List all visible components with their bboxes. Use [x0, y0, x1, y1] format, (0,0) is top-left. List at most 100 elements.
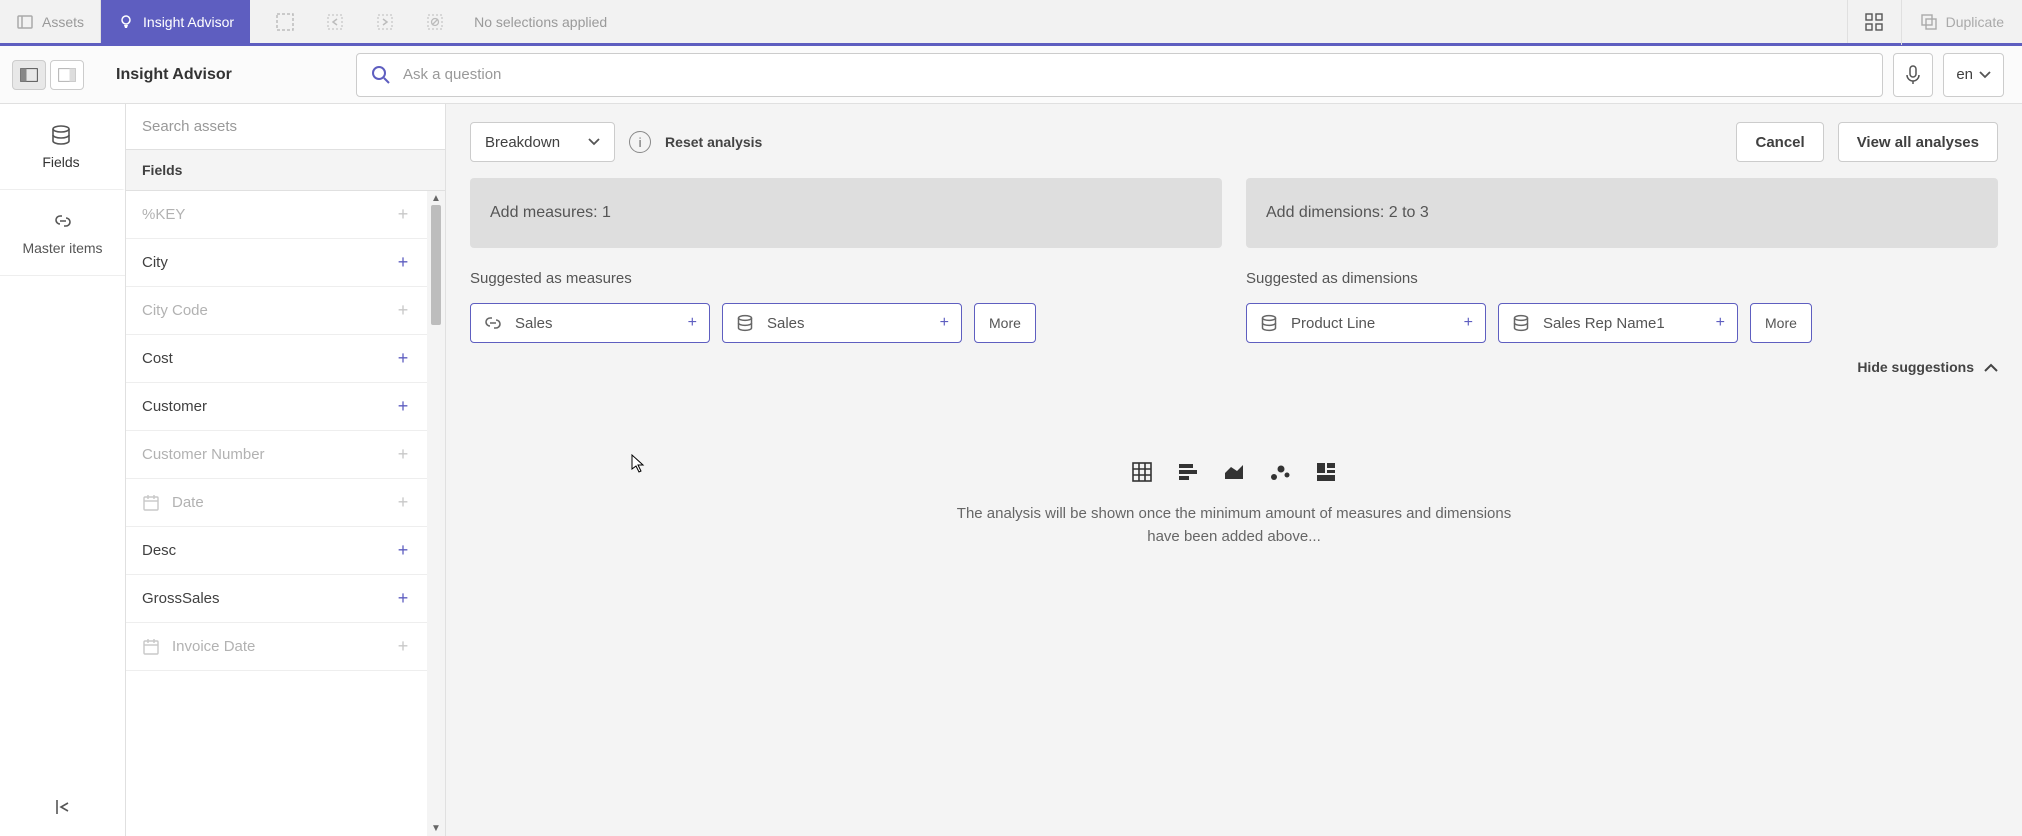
placeholder-icons: [1131, 461, 1337, 483]
rail-fields-label: Fields: [42, 154, 79, 170]
right-panel-toggle[interactable]: [50, 60, 84, 90]
assets-tab[interactable]: Assets: [0, 0, 101, 43]
search-input[interactable]: [403, 66, 1868, 83]
rail-fields[interactable]: Fields: [0, 104, 125, 190]
hide-suggestions-row[interactable]: Hide suggestions: [470, 359, 1998, 375]
add-field-button[interactable]: +: [391, 636, 415, 657]
language-select[interactable]: en: [1943, 53, 2004, 97]
field-item[interactable]: City Code+: [126, 287, 445, 335]
field-label: Customer Number: [142, 446, 265, 463]
treemap-icon: [1315, 461, 1337, 483]
left-rail: Fields Master items: [0, 104, 126, 836]
selection-tools: No selections applied: [250, 0, 1847, 43]
measure-more-button[interactable]: More: [974, 303, 1036, 343]
assets-panel: Fields ▲ ▼ %KEY+City+City Code+Cost+Cust…: [126, 104, 446, 836]
calendar-icon: [142, 638, 160, 656]
field-item[interactable]: Desc +: [126, 527, 445, 575]
add-field-button[interactable]: +: [391, 348, 415, 369]
link-icon: [52, 210, 74, 232]
info-icon[interactable]: i: [629, 131, 651, 153]
add-chip-button[interactable]: +: [1464, 314, 1473, 332]
add-chip-button[interactable]: +: [1716, 314, 1725, 332]
field-item[interactable]: City+: [126, 239, 445, 287]
duplicate-icon: [1920, 13, 1938, 31]
no-selections-label: No selections applied: [474, 14, 607, 30]
field-label: Cost: [142, 350, 173, 367]
selection-tool-icon[interactable]: [274, 11, 296, 33]
dimension-more-button[interactable]: More: [1750, 303, 1812, 343]
assets-search[interactable]: [126, 104, 445, 149]
dimension-chip-row: Product Line+Sales Rep Name1+More: [1246, 303, 1998, 343]
database-icon: [1511, 313, 1531, 333]
dimension-chip[interactable]: Sales Rep Name1+: [1498, 303, 1738, 343]
panel-icon: [16, 13, 34, 31]
calendar-icon: [142, 494, 160, 512]
chip-label: Sales: [515, 315, 676, 332]
scroll-up-arrow[interactable]: ▲: [431, 191, 441, 206]
rail-collapse[interactable]: [0, 778, 125, 836]
database-icon: [735, 313, 755, 333]
cancel-button[interactable]: Cancel: [1736, 122, 1823, 162]
chip-label: Product Line: [1291, 315, 1452, 332]
dimension-chip[interactable]: Product Line +: [1246, 303, 1486, 343]
table-icon: [1131, 461, 1153, 483]
bar-chart-icon: [1177, 461, 1199, 483]
step-forward-icon[interactable]: [374, 11, 396, 33]
content-area: Breakdown i Reset analysis Cancel View a…: [446, 104, 2022, 836]
search-icon: [371, 65, 391, 85]
add-field-button[interactable]: +: [391, 300, 415, 321]
suggestion-chips: Sales+Sales+More Product Line+Sales Rep …: [470, 303, 1998, 343]
add-field-button[interactable]: +: [391, 444, 415, 465]
hide-suggestions-label: Hide suggestions: [1857, 359, 1974, 375]
field-item[interactable]: Date+: [126, 479, 445, 527]
top-right-tools: Duplicate: [1847, 0, 2022, 43]
suggestion-labels: Suggested as measures Suggested as dimen…: [470, 264, 1998, 287]
duplicate-button[interactable]: Duplicate: [1902, 13, 2022, 31]
measures-slot[interactable]: Add measures: 1: [470, 178, 1222, 248]
chevron-down-icon: [1979, 71, 1991, 79]
measure-chip[interactable]: Sales +: [470, 303, 710, 343]
analysis-type-dropdown[interactable]: Breakdown: [470, 122, 615, 162]
placeholder-block: The analysis will be shown once the mini…: [470, 391, 1998, 818]
add-chip-button[interactable]: +: [688, 314, 697, 332]
add-field-button[interactable]: +: [391, 540, 415, 561]
field-item[interactable]: GrossSales+: [126, 575, 445, 623]
left-panel-toggle[interactable]: [12, 60, 46, 90]
suggested-dimensions-label: Suggested as dimensions: [1246, 270, 1998, 287]
field-list: ▲ ▼ %KEY+City+City Code+Cost+Customer+Cu…: [126, 191, 445, 836]
rail-master-label: Master items: [22, 240, 102, 256]
add-field-button[interactable]: +: [391, 252, 415, 273]
search-row: Insight Advisor en: [0, 46, 2022, 104]
add-field-button[interactable]: +: [391, 492, 415, 513]
database-icon: [50, 124, 72, 146]
assets-scrollbar[interactable]: ▲ ▼: [427, 191, 445, 836]
add-field-button[interactable]: +: [391, 204, 415, 225]
placeholder-text: The analysis will be shown once the mini…: [954, 503, 1514, 548]
assets-search-input[interactable]: [142, 118, 429, 135]
add-chip-button[interactable]: +: [940, 314, 949, 332]
grid-view-button[interactable]: [1848, 0, 1902, 45]
mic-button[interactable]: [1893, 53, 1933, 97]
drop-slots: Add measures: 1 Add dimensions: 2 to 3: [470, 178, 1998, 248]
field-label: Desc: [142, 542, 176, 559]
field-label: Customer: [142, 398, 207, 415]
search-box[interactable]: [356, 53, 1883, 97]
area-chart-icon: [1223, 461, 1245, 483]
field-item[interactable]: Customer Number +: [126, 431, 445, 479]
view-all-analyses-button[interactable]: View all analyses: [1838, 122, 1998, 162]
scroll-thumb[interactable]: [431, 205, 441, 325]
field-item[interactable]: Invoice Date+: [126, 623, 445, 671]
rail-master-items[interactable]: Master items: [0, 190, 125, 276]
field-item[interactable]: Customer +: [126, 383, 445, 431]
clear-selections-icon[interactable]: [424, 11, 446, 33]
measure-chip[interactable]: Sales+: [722, 303, 962, 343]
reset-analysis-button[interactable]: Reset analysis: [665, 134, 762, 150]
add-field-button[interactable]: +: [391, 396, 415, 417]
add-field-button[interactable]: +: [391, 588, 415, 609]
field-item[interactable]: Cost +: [126, 335, 445, 383]
field-item[interactable]: %KEY+: [126, 191, 445, 239]
dimensions-slot[interactable]: Add dimensions: 2 to 3: [1246, 178, 1998, 248]
step-back-icon[interactable]: [324, 11, 346, 33]
scroll-down-arrow[interactable]: ▼: [431, 821, 441, 836]
insight-advisor-tab[interactable]: Insight Advisor: [101, 0, 250, 43]
